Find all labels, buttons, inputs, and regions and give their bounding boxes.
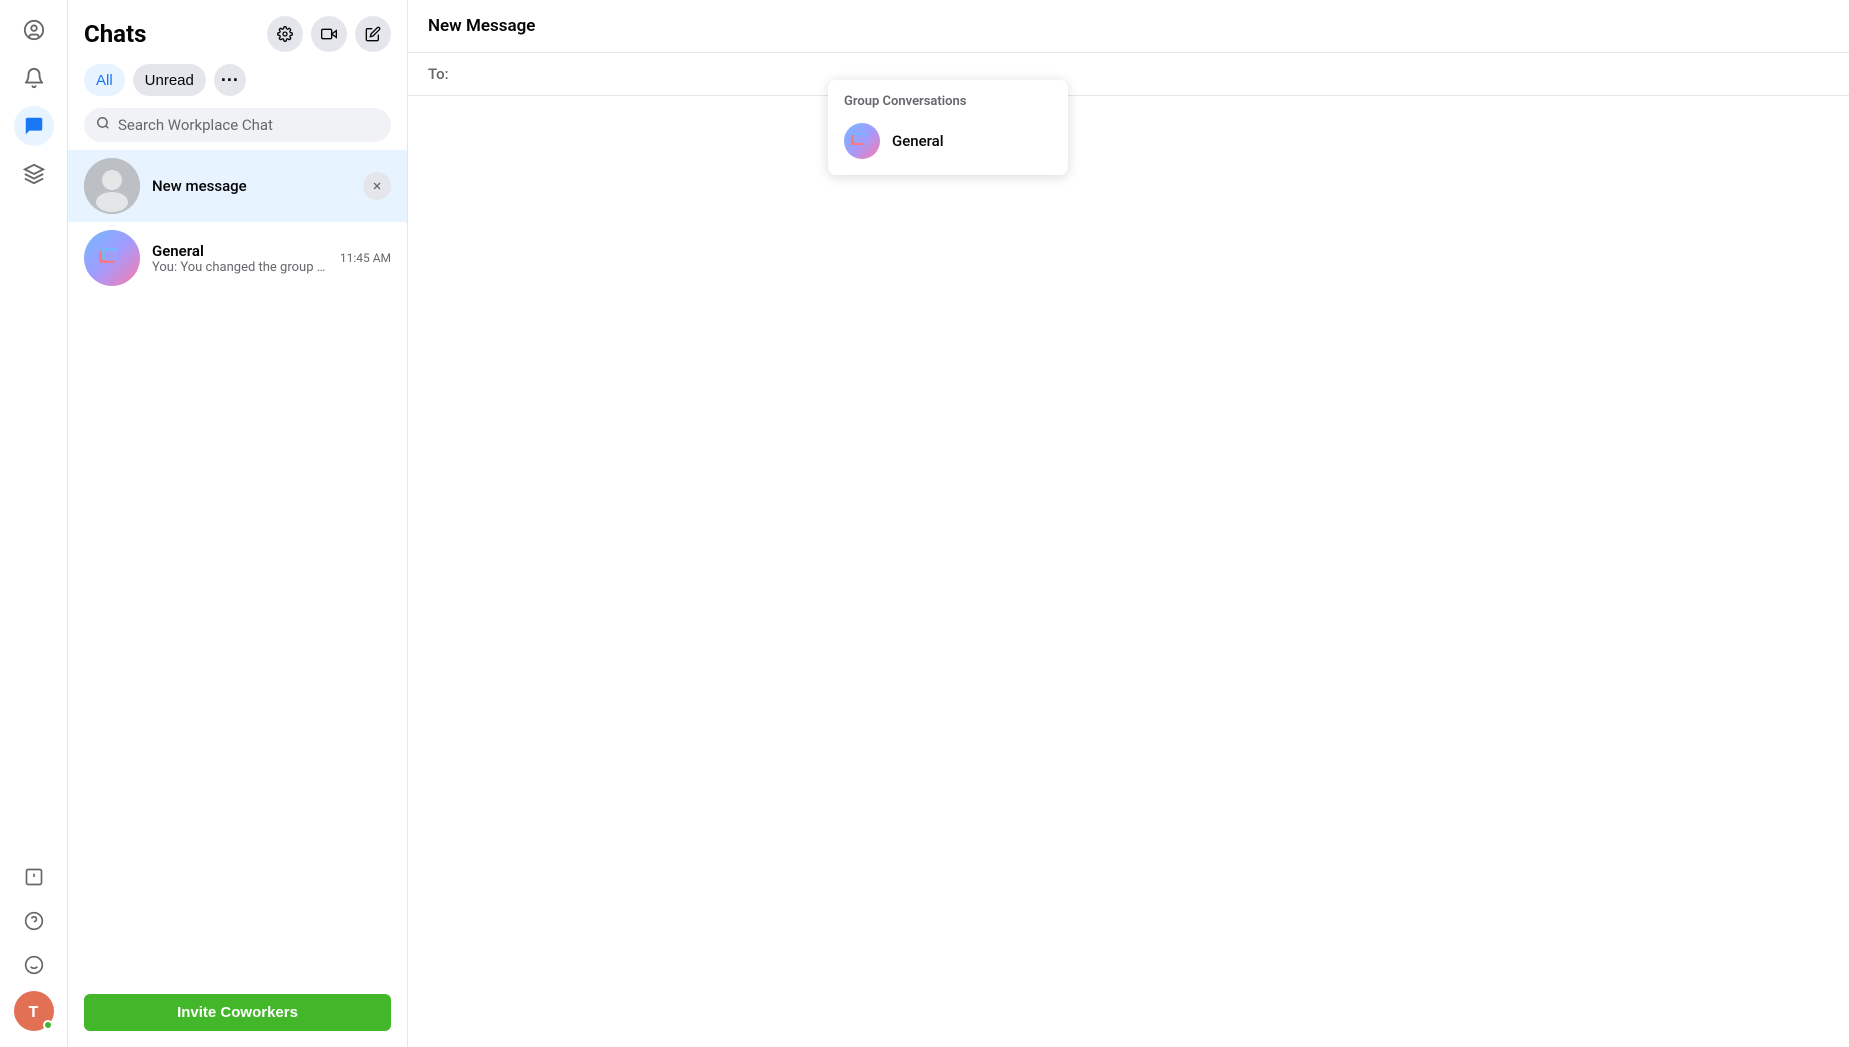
sidebar-title: Chats [84, 20, 146, 48]
chat-name: General [152, 242, 328, 260]
chat-preview: You: You changed the group photo. [152, 260, 328, 275]
tab-all[interactable]: All [84, 64, 125, 96]
search-placeholder: Search Workplace Chat [118, 116, 273, 134]
new-message-avatar [84, 158, 140, 214]
to-row: To: [408, 53, 1849, 96]
nav-chat[interactable] [14, 106, 54, 146]
dropdown-section-title: Group Conversations [828, 88, 1068, 115]
recipient-dropdown: Group Conversations General [828, 80, 1068, 175]
new-message-item[interactable]: New message [68, 150, 407, 222]
search-bar[interactable]: Search Workplace Chat [84, 108, 391, 142]
close-new-message-button[interactable] [363, 172, 391, 200]
left-nav: T [0, 0, 68, 1047]
nav-apps[interactable] [14, 154, 54, 194]
nav-home[interactable] [14, 10, 54, 50]
dropdown-item-name: General [892, 132, 944, 150]
chat-item[interactable]: General You: You changed the group photo… [68, 222, 407, 294]
new-message-label: New message [152, 177, 351, 195]
nav-bottom: T [14, 859, 54, 1031]
dropdown-item-general[interactable]: General [828, 115, 1068, 167]
nav-notifications[interactable] [14, 58, 54, 98]
chat-time: 11:45 AM [340, 251, 391, 265]
search-icon [96, 116, 110, 134]
to-label: To: [428, 65, 449, 83]
filter-tabs: All Unread ··· [68, 60, 407, 104]
to-input[interactable] [457, 66, 1829, 83]
sidebar: Chats All Unread ··· [68, 0, 408, 1047]
chat-info: General You: You changed the group photo… [152, 242, 328, 275]
sidebar-header: Chats [68, 0, 407, 60]
group-chat-avatar [84, 230, 140, 286]
online-status-dot [43, 1020, 53, 1030]
settings-button[interactable] [267, 16, 303, 52]
tab-unread[interactable]: Unread [133, 64, 206, 96]
dropdown-item-avatar [844, 123, 880, 159]
main-area: New Message To: Group Conversations Gene… [408, 0, 1849, 1047]
video-call-button[interactable] [311, 16, 347, 52]
invite-coworkers-button[interactable]: Invite Coworkers [84, 994, 391, 1031]
header-icons [267, 16, 391, 52]
emoji-icon-btn[interactable] [16, 947, 52, 983]
compose-button[interactable] [355, 16, 391, 52]
new-message-header: New Message [408, 0, 1849, 53]
feedback-icon-btn[interactable] [16, 859, 52, 895]
more-options-button[interactable]: ··· [214, 64, 246, 96]
user-avatar[interactable]: T [14, 991, 54, 1031]
help-icon-btn[interactable] [16, 903, 52, 939]
